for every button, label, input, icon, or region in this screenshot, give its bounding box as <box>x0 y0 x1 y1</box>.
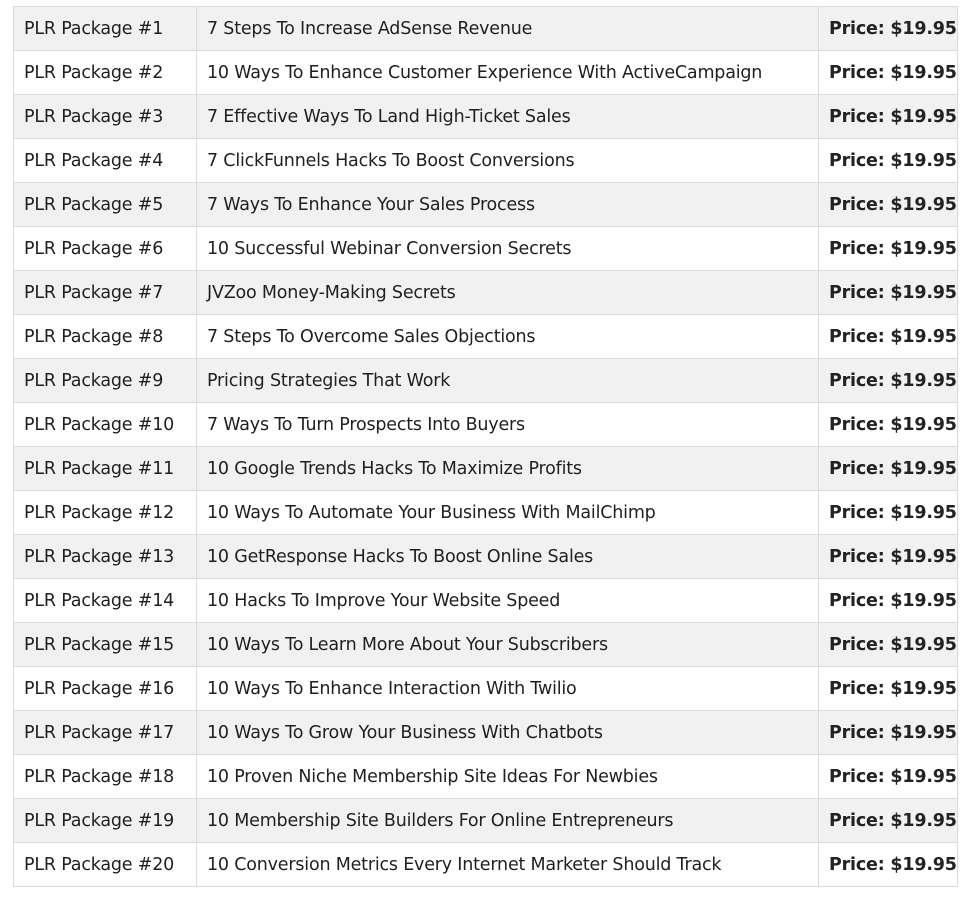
package-price-cell: Price: $19.95 <box>818 50 958 95</box>
table-row: PLR Package #18 10 Proven Niche Membershi… <box>13 754 958 799</box>
package-title-cell: 7 Ways To Enhance Your Sales Process <box>196 182 819 227</box>
table-row: PLR Package #11 10 Google Trends Hacks To… <box>13 446 958 491</box>
plr-package-table: PLR Package #1 7 Steps To Increase AdSens… <box>13 6 958 887</box>
package-title-cell: 10 Membership Site Builders For Online E… <box>196 798 819 843</box>
package-name-cell: PLR Package #17 <box>13 710 197 755</box>
package-name-cell: PLR Package #19 <box>13 798 197 843</box>
package-title-cell: 10 Conversion Metrics Every Internet Mar… <box>196 842 819 887</box>
package-price-cell: Price: $19.95 <box>818 182 958 227</box>
package-name-cell: PLR Package #6 <box>13 226 197 271</box>
package-price-cell: Price: $19.95 <box>818 578 958 623</box>
package-name-cell: PLR Package #15 <box>13 622 197 667</box>
package-name-cell: PLR Package #5 <box>13 182 197 227</box>
package-price-cell: Price: $19.95 <box>818 710 958 755</box>
package-title-cell: 10 Hacks To Improve Your Website Speed <box>196 578 819 623</box>
package-title-cell: 7 Steps To Increase AdSense Revenue <box>196 6 819 51</box>
package-title-cell: 7 Ways To Turn Prospects Into Buyers <box>196 402 819 447</box>
table-row: PLR Package #4 7 ClickFunnels Hacks To Bo… <box>13 138 958 183</box>
package-price-cell: Price: $19.95 <box>818 534 958 579</box>
package-price-cell: Price: $19.95 <box>818 358 958 403</box>
package-price-cell: Price: $19.95 <box>818 138 958 183</box>
package-name-cell: PLR Package #7 <box>13 270 197 315</box>
package-name-cell: PLR Package #1 <box>13 6 197 51</box>
table-row: PLR Package #1 7 Steps To Increase AdSens… <box>13 6 958 51</box>
package-price-cell: Price: $19.95 <box>818 94 958 139</box>
package-title-cell: 10 GetResponse Hacks To Boost Online Sal… <box>196 534 819 579</box>
package-name-cell: PLR Package #10 <box>13 402 197 447</box>
package-price-cell: Price: $19.95 <box>818 754 958 799</box>
package-name-cell: PLR Package #20 <box>13 842 197 887</box>
package-name-cell: PLR Package #2 <box>13 50 197 95</box>
table-row: PLR Package #14 10 Hacks To Improve Your … <box>13 578 958 623</box>
package-price-cell: Price: $19.95 <box>818 314 958 359</box>
package-title-cell: 10 Ways To Enhance Interaction With Twil… <box>196 666 819 711</box>
package-price-cell: Price: $19.95 <box>818 270 958 315</box>
table-row: PLR Package #6 10 Successful Webinar Conv… <box>13 226 958 271</box>
table-row: PLR Package #15 10 Ways To Learn More Abo… <box>13 622 958 667</box>
package-title-cell: 10 Ways To Enhance Customer Experience W… <box>196 50 819 95</box>
table-row: PLR Package #20 10 Conversion Metrics Eve… <box>13 842 958 887</box>
package-title-cell: 10 Proven Niche Membership Site Ideas Fo… <box>196 754 819 799</box>
table-body: PLR Package #1 7 Steps To Increase AdSens… <box>13 6 958 887</box>
table-row: PLR Package #16 10 Ways To Enhance Intera… <box>13 666 958 711</box>
package-name-cell: PLR Package #11 <box>13 446 197 491</box>
package-name-cell: PLR Package #12 <box>13 490 197 535</box>
package-title-cell: 10 Successful Webinar Conversion Secrets <box>196 226 819 271</box>
table-row: PLR Package #3 7 Effective Ways To Land H… <box>13 94 958 139</box>
package-title-cell: 7 ClickFunnels Hacks To Boost Conversion… <box>196 138 819 183</box>
package-price-cell: Price: $19.95 <box>818 842 958 887</box>
package-name-cell: PLR Package #4 <box>13 138 197 183</box>
package-name-cell: PLR Package #3 <box>13 94 197 139</box>
package-price-cell: Price: $19.95 <box>818 402 958 447</box>
package-title-cell: 10 Google Trends Hacks To Maximize Profi… <box>196 446 819 491</box>
table-row: PLR Package #19 10 Membership Site Builde… <box>13 798 958 843</box>
package-title-cell: 10 Ways To Grow Your Business With Chatb… <box>196 710 819 755</box>
package-price-cell: Price: $19.95 <box>818 798 958 843</box>
package-name-cell: PLR Package #8 <box>13 314 197 359</box>
package-name-cell: PLR Package #14 <box>13 578 197 623</box>
table-row: PLR Package #8 7 Steps To Overcome Sales … <box>13 314 958 359</box>
table-row: PLR Package #17 10 Ways To Grow Your Busi… <box>13 710 958 755</box>
package-price-cell: Price: $19.95 <box>818 666 958 711</box>
package-title-cell: 10 Ways To Automate Your Business With M… <box>196 490 819 535</box>
table-row: PLR Package #2 10 Ways To Enhance Custome… <box>13 50 958 95</box>
table-row: PLR Package #9 Pricing Strategies That Wo… <box>13 358 958 403</box>
plr-package-table-container: PLR Package #1 7 Steps To Increase AdSens… <box>13 6 958 887</box>
package-price-cell: Price: $19.95 <box>818 622 958 667</box>
package-name-cell: PLR Package #9 <box>13 358 197 403</box>
table-row: PLR Package #10 7 Ways To Turn Prospects … <box>13 402 958 447</box>
package-title-cell: JVZoo Money-Making Secrets <box>196 270 819 315</box>
package-price-cell: Price: $19.95 <box>818 226 958 271</box>
package-price-cell: Price: $19.95 <box>818 6 958 51</box>
package-price-cell: Price: $19.95 <box>818 490 958 535</box>
package-title-cell: 7 Steps To Overcome Sales Objections <box>196 314 819 359</box>
table-row: PLR Package #7 JVZoo Money-Making Secrets… <box>13 270 958 315</box>
package-title-cell: 10 Ways To Learn More About Your Subscri… <box>196 622 819 667</box>
table-row: PLR Package #5 7 Ways To Enhance Your Sal… <box>13 182 958 227</box>
package-price-cell: Price: $19.95 <box>818 446 958 491</box>
package-title-cell: 7 Effective Ways To Land High-Ticket Sal… <box>196 94 819 139</box>
package-name-cell: PLR Package #16 <box>13 666 197 711</box>
package-name-cell: PLR Package #13 <box>13 534 197 579</box>
table-row: PLR Package #13 10 GetResponse Hacks To B… <box>13 534 958 579</box>
package-title-cell: Pricing Strategies That Work <box>196 358 819 403</box>
package-name-cell: PLR Package #18 <box>13 754 197 799</box>
table-row: PLR Package #12 10 Ways To Automate Your … <box>13 490 958 535</box>
